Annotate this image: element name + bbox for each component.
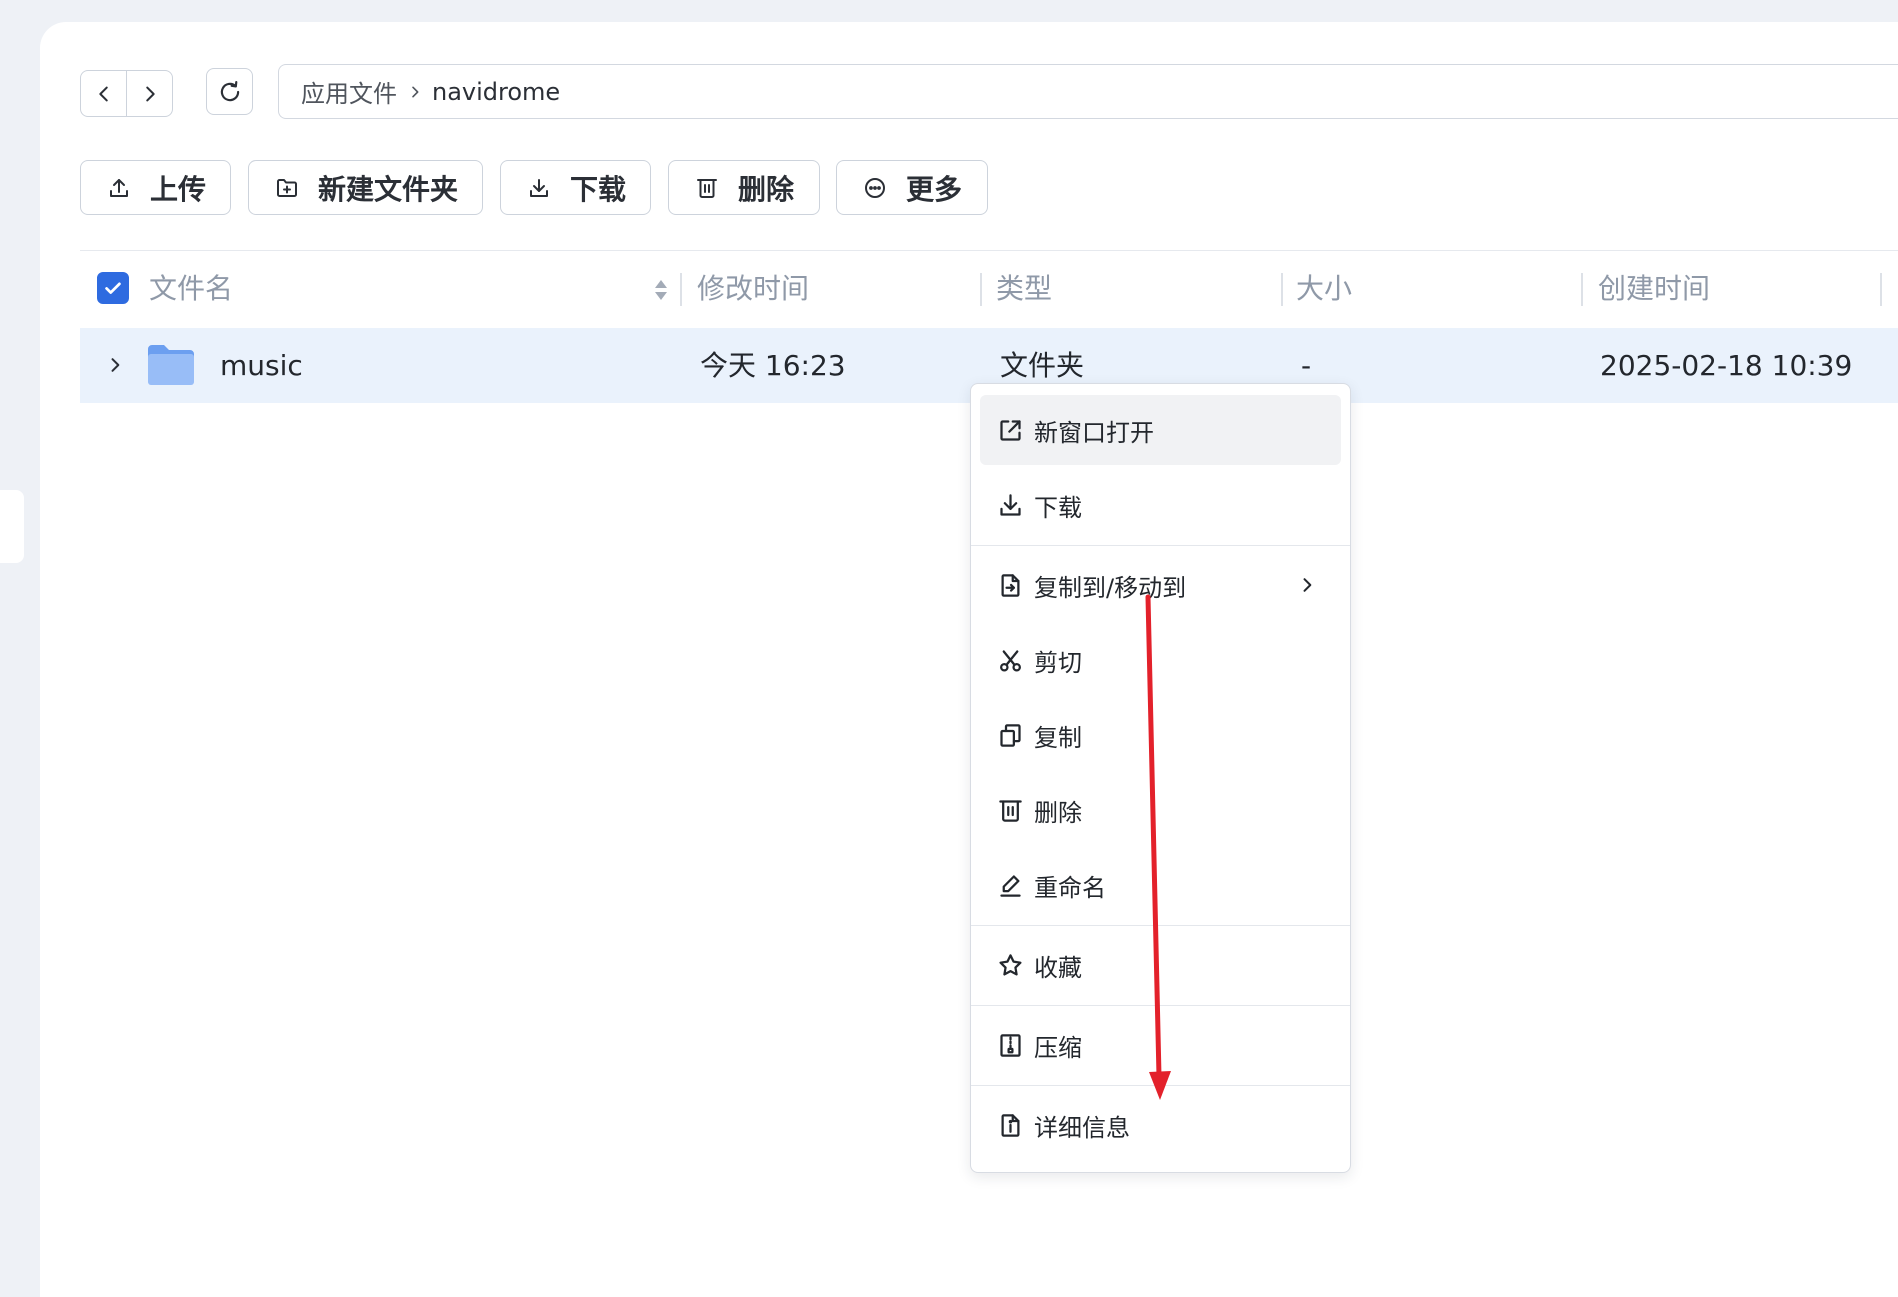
breadcrumb[interactable]: 应用文件 navidrome bbox=[278, 64, 1898, 119]
menu-item-favorite[interactable]: 收藏 bbox=[980, 928, 1341, 1003]
folder-icon bbox=[148, 345, 194, 385]
menu-item-label: 下载 bbox=[1034, 494, 1082, 522]
download-icon bbox=[530, 178, 548, 197]
chevron-left-icon bbox=[98, 86, 108, 101]
upload-button[interactable]: 上传 bbox=[80, 160, 231, 215]
menu-item-label: 剪切 bbox=[1034, 649, 1082, 677]
delete-icon bbox=[697, 178, 717, 198]
menu-item-label: 重命名 bbox=[1034, 874, 1106, 902]
back-button[interactable] bbox=[81, 71, 126, 116]
menu-item-label: 复制 bbox=[1034, 724, 1082, 752]
select-all-checkbox[interactable] bbox=[97, 272, 129, 304]
chevron-right-icon bbox=[111, 358, 120, 372]
menu-item-details[interactable]: 详细信息 bbox=[980, 1088, 1341, 1163]
menu-item-label: 删除 bbox=[1034, 799, 1082, 827]
menu-item-label: 收藏 bbox=[1034, 954, 1082, 982]
file-created: 2025-02-18 10:39 bbox=[1600, 349, 1853, 382]
column-header-created[interactable]: 创建时间 bbox=[1598, 251, 1710, 327]
download-button-label: 下载 bbox=[570, 172, 627, 206]
breadcrumb-item-root[interactable]: 应用文件 bbox=[301, 74, 397, 109]
new-folder-button[interactable]: 新建文件夹 bbox=[248, 160, 483, 215]
menu-item-delete[interactable]: 删除 bbox=[980, 773, 1341, 848]
breadcrumb-item-current: navidrome bbox=[432, 77, 561, 106]
sidebar-toggle-tab[interactable] bbox=[0, 490, 24, 563]
history-nav bbox=[80, 70, 173, 117]
upload-button-label: 上传 bbox=[150, 172, 207, 206]
copy-move-icon bbox=[1001, 574, 1020, 597]
new-folder-button-label: 新建文件夹 bbox=[318, 172, 459, 206]
delete-icon bbox=[999, 800, 1022, 822]
more-icon bbox=[865, 177, 885, 198]
menu-group: 收藏 bbox=[971, 925, 1350, 1005]
delete-button-label: 删除 bbox=[738, 172, 795, 206]
sort-icon[interactable] bbox=[653, 278, 669, 302]
refresh-button[interactable] bbox=[206, 68, 253, 115]
menu-item-label: 压缩 bbox=[1034, 1034, 1082, 1062]
menu-item-label: 详细信息 bbox=[1034, 1114, 1130, 1142]
chevron-right-icon bbox=[145, 86, 155, 101]
more-button-label: 更多 bbox=[906, 172, 963, 206]
menu-group: 复制到/移动到 剪切 复制 删除 重命名 bbox=[971, 545, 1350, 925]
column-header-size[interactable]: 大小 bbox=[1296, 251, 1352, 327]
star-icon bbox=[999, 954, 1022, 976]
context-menu: 新窗口打开 下载 复制到/移动到 剪切 复制 删除 重命名 收藏 压缩 详细信息 bbox=[970, 383, 1351, 1173]
checkmark-icon bbox=[105, 282, 121, 294]
menu-item-rename[interactable]: 重命名 bbox=[980, 848, 1341, 923]
copy-icon bbox=[1000, 724, 1021, 747]
new-folder-icon bbox=[277, 178, 297, 197]
menu-item-copy-move-to[interactable]: 复制到/移动到 bbox=[980, 548, 1341, 623]
expand-row-button[interactable] bbox=[105, 355, 125, 375]
forward-button[interactable] bbox=[126, 71, 172, 116]
info-icon bbox=[1001, 1114, 1020, 1137]
upload-icon bbox=[110, 178, 128, 197]
more-button[interactable]: 更多 bbox=[836, 160, 988, 215]
menu-item-compress[interactable]: 压缩 bbox=[980, 1008, 1341, 1083]
new-window-icon bbox=[1000, 420, 1021, 441]
menu-group: 新窗口打开 下载 bbox=[971, 391, 1350, 545]
compress-icon bbox=[1000, 1034, 1021, 1057]
column-resizer[interactable] bbox=[1281, 273, 1283, 306]
menu-group: 详细信息 bbox=[971, 1085, 1350, 1165]
rename-icon bbox=[1000, 875, 1021, 897]
menu-item-open-new-window[interactable]: 新窗口打开 bbox=[980, 393, 1341, 468]
menu-item-download[interactable]: 下载 bbox=[980, 468, 1341, 543]
delete-button[interactable]: 删除 bbox=[668, 160, 820, 215]
download-button[interactable]: 下载 bbox=[500, 160, 651, 215]
menu-item-cut[interactable]: 剪切 bbox=[980, 623, 1341, 698]
cut-icon bbox=[1000, 650, 1021, 672]
column-resizer[interactable] bbox=[1880, 273, 1882, 306]
menu-group: 压缩 bbox=[971, 1005, 1350, 1085]
column-resizer[interactable] bbox=[980, 273, 982, 306]
chevron-right-icon bbox=[1303, 578, 1312, 592]
download-icon bbox=[1000, 494, 1021, 516]
chevron-right-icon bbox=[407, 84, 423, 100]
column-header-type[interactable]: 类型 bbox=[996, 251, 1052, 327]
menu-item-copy[interactable]: 复制 bbox=[980, 698, 1341, 773]
menu-item-label: 复制到/移动到 bbox=[1034, 574, 1187, 602]
refresh-icon bbox=[220, 80, 239, 101]
column-header-modified[interactable]: 修改时间 bbox=[697, 251, 809, 327]
file-modified: 今天 16:23 bbox=[700, 349, 846, 382]
menu-item-label: 新窗口打开 bbox=[1034, 419, 1154, 447]
column-header-name[interactable]: 文件名 bbox=[149, 251, 233, 327]
table-header: 文件名 修改时间 类型 大小 创建时间 bbox=[80, 250, 1898, 328]
column-resizer[interactable] bbox=[680, 273, 682, 306]
file-name: music bbox=[220, 349, 303, 382]
column-resizer[interactable] bbox=[1581, 273, 1583, 306]
